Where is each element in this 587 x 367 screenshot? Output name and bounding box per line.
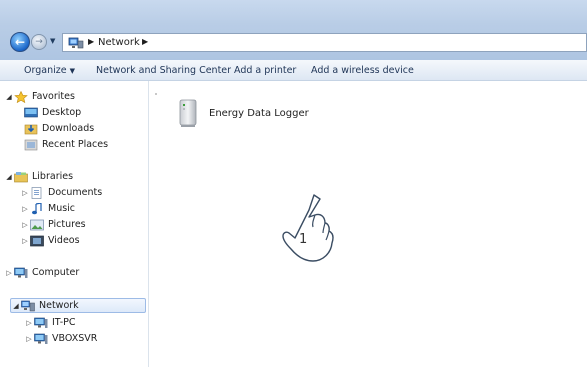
recent-places-icon (24, 139, 38, 150)
nav-item-vboxsvr[interactable]: ▷ VBOXSVR (24, 331, 97, 346)
nav-item-desktop[interactable]: Desktop (24, 105, 81, 120)
collapsed-arrow-icon[interactable]: ▷ (20, 237, 30, 245)
chevron-down-icon: ▼ (69, 67, 75, 75)
step-number-label: 1 (299, 232, 308, 247)
pictures-icon (30, 219, 44, 230)
nav-item-label: VBOXSVR (52, 333, 98, 344)
nav-favorites[interactable]: ◢ Favorites (4, 89, 75, 104)
content-area: Energy Data Logger 1 (149, 81, 587, 367)
device-label: Energy Data Logger (209, 107, 309, 119)
breadcrumb-network[interactable]: Network (98, 37, 140, 48)
nav-libraries[interactable]: ◢ Libraries (4, 169, 73, 184)
collapsed-arrow-icon[interactable]: ▷ (4, 269, 14, 277)
back-arrow-icon: ← (14, 35, 26, 49)
network-icon (68, 37, 84, 52)
network-sharing-center-button[interactable]: Network and Sharing Center (96, 65, 231, 76)
expanded-arrow-icon[interactable]: ◢ (4, 173, 14, 181)
downloads-icon (24, 124, 38, 134)
collapsed-arrow-icon[interactable]: ▷ (20, 205, 30, 213)
organize-label: Organize (24, 65, 67, 76)
nav-item-label: IT-PC (52, 317, 76, 328)
recent-pages-dropdown[interactable]: ▼ (50, 37, 55, 45)
navigation-pane: ◢ Favorites Desktop Downloads Recent Pla… (0, 81, 149, 367)
divider-dot (155, 93, 157, 95)
collapsed-arrow-icon[interactable]: ▷ (20, 189, 30, 197)
window-chrome: ← → ▼ ▶ Network ▶ (0, 0, 587, 60)
add-wireless-device-button[interactable]: Add a wireless device (311, 65, 414, 76)
nav-item-label: Recent Places (42, 139, 109, 150)
nav-item-downloads[interactable]: Downloads (24, 121, 94, 136)
expanded-arrow-icon[interactable]: ◢ (4, 93, 14, 101)
collapsed-arrow-icon[interactable]: ▷ (24, 319, 34, 327)
nav-item-recent-places[interactable]: Recent Places (24, 137, 108, 152)
organize-button[interactable]: Organize ▼ (24, 65, 75, 76)
nav-favorites-label: Favorites (32, 91, 75, 102)
nav-item-label: Documents (48, 187, 103, 198)
nav-item-label: Videos (48, 235, 80, 246)
music-icon (32, 202, 42, 214)
expanded-arrow-icon[interactable]: ◢ (11, 302, 21, 310)
computer-icon (34, 317, 48, 328)
computer-icon (14, 267, 28, 278)
collapsed-arrow-icon[interactable]: ▷ (20, 221, 30, 229)
documents-icon (31, 186, 42, 199)
add-printer-button[interactable]: Add a printer (234, 65, 296, 76)
nav-item-pictures[interactable]: ▷ Pictures (20, 217, 86, 232)
device-energy-data-logger[interactable]: Energy Data Logger (177, 98, 309, 128)
nav-computer-label: Computer (32, 267, 80, 278)
forward-button[interactable]: → (31, 34, 47, 50)
nav-item-documents[interactable]: ▷ Documents (20, 185, 102, 200)
back-button[interactable]: ← (10, 32, 30, 52)
videos-icon (30, 235, 44, 246)
address-bar[interactable]: ▶ Network ▶ (62, 33, 587, 52)
desktop-icon (24, 107, 38, 117)
nav-libraries-label: Libraries (32, 171, 74, 182)
nav-item-label: Desktop (42, 107, 82, 118)
libraries-icon (14, 171, 28, 182)
nav-item-label: Music (48, 203, 76, 214)
nav-item-label: Pictures (48, 219, 86, 230)
command-bar: Organize ▼ Network and Sharing Center Add… (0, 60, 587, 81)
pointing-hand-icon (282, 194, 334, 262)
breadcrumb-separator-icon[interactable]: ▶ (88, 37, 94, 46)
nav-computer[interactable]: ▷ Computer (4, 265, 79, 280)
breadcrumb-separator-icon[interactable]: ▶ (142, 37, 148, 46)
forward-arrow-icon: → (35, 37, 43, 47)
nav-network[interactable]: ◢ Network (10, 298, 146, 313)
nav-item-label: Downloads (42, 123, 95, 134)
nav-item-it-pc[interactable]: ▷ IT-PC (24, 315, 76, 330)
computer-icon (34, 333, 48, 344)
nav-network-label: Network (39, 300, 79, 311)
network-icon (21, 300, 35, 311)
star-icon (14, 90, 28, 103)
collapsed-arrow-icon[interactable]: ▷ (24, 335, 34, 343)
data-logger-device-icon (179, 99, 197, 127)
nav-item-videos[interactable]: ▷ Videos (20, 233, 80, 248)
nav-item-music[interactable]: ▷ Music (20, 201, 75, 216)
